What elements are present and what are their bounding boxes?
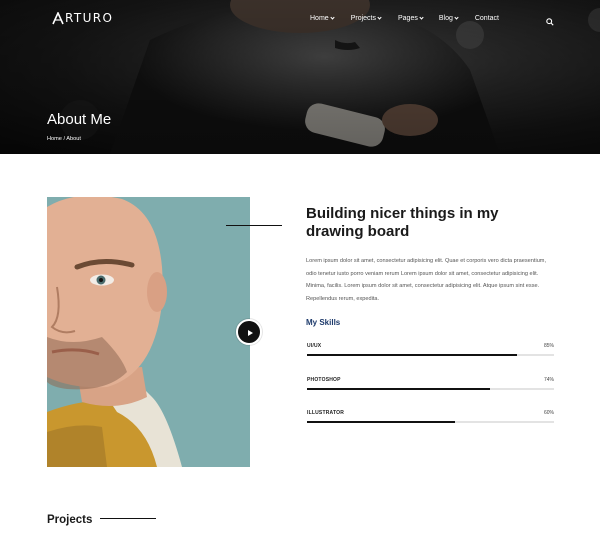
search-icon [546,18,554,26]
logo-text: RTURO [65,11,114,25]
skill-percent: 85% [543,343,554,349]
site-logo[interactable]: RTURO [52,10,113,26]
skill-progress-track [307,388,554,390]
skill-percent: 60% [543,410,554,416]
breadcrumb-home-link[interactable]: Home [47,136,62,142]
skill-photoshop: PHOTOSHOP 74% [307,377,554,393]
main-nav: Home Projects Pages Blog Contact [310,12,499,24]
portrait-illustration [47,197,250,467]
about-accent-line [226,225,282,226]
nav-item-label: Projects [350,14,376,22]
skill-illustrator: ILLUSTRATOR 60% [307,410,554,426]
projects-accent-line [100,518,156,519]
nav-item-contact[interactable]: Contact [475,15,499,22]
play-video-button[interactable] [236,319,262,345]
skill-progress-track [307,354,554,356]
chevron-down-icon [419,14,424,20]
skill-progress-track [307,421,554,423]
chevron-down-icon [377,14,382,20]
about-paragraph: Lorem ipsum dolor sit amet, consectetur … [306,258,547,302]
skill-progress-fill [307,354,517,356]
page-title: About Me [47,111,112,128]
chevron-down-icon [330,14,335,20]
skill-name: PHOTOSHOP [307,377,341,383]
skill-name: UI/UX [307,343,322,349]
about-portrait-image [47,197,250,467]
nav-item-label: Contact [474,14,499,22]
skill-progress-fill [307,421,456,423]
logo-mark-icon [52,11,64,24]
skill-progress-fill [307,388,490,390]
chevron-down-icon [454,14,459,20]
nav-item-pages[interactable]: Pages [397,14,424,22]
about-heading: Building nicer things in my drawing boar… [306,205,499,240]
nav-item-label: Pages [397,14,418,22]
projects-heading: Projects [47,514,93,526]
breadcrumb: Home / About [47,135,81,143]
nav-item-label: Home [310,14,329,22]
nav-item-home[interactable]: Home [310,14,335,22]
play-icon [248,330,253,336]
skill-name: ILLUSTRATOR [307,410,345,416]
nav-item-label: Blog [438,14,453,22]
search-button[interactable] [546,13,556,26]
nav-item-projects[interactable]: Projects [350,14,382,22]
nav-item-blog[interactable]: Blog [438,14,459,22]
skill-uiux: UI/UX 85% [307,343,554,359]
skills-heading: My Skills [306,318,341,327]
breadcrumb-current: About [66,136,81,142]
skill-percent: 74% [543,377,554,383]
